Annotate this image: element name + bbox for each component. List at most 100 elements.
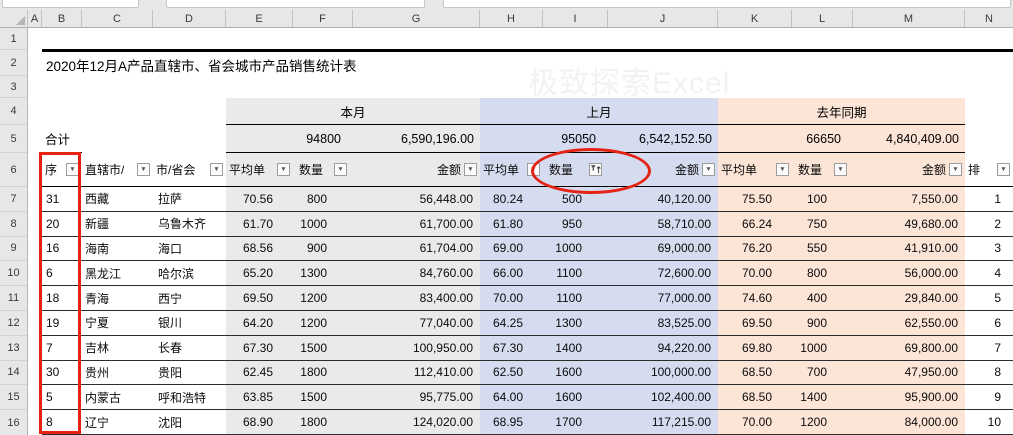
cell-city[interactable]: 沈阳: [153, 410, 226, 434]
cell-ly-amount[interactable]: 84,000.00: [853, 410, 965, 434]
cell-province[interactable]: 宁夏: [82, 311, 153, 335]
cell-tm-amount[interactable]: 61,700.00: [353, 212, 480, 236]
cell-seq[interactable]: 18: [42, 286, 82, 310]
row-header-10[interactable]: 10: [0, 261, 27, 287]
cell-tm-amount[interactable]: 77,040.00: [353, 311, 480, 335]
cell-seq[interactable]: 20: [42, 212, 82, 236]
cell-seq[interactable]: 5: [42, 385, 82, 409]
sort-ascending-filter-button[interactable]: [589, 163, 602, 176]
name-box[interactable]: [2, 0, 139, 8]
row-header-6[interactable]: 6: [0, 153, 27, 187]
cell-rank[interactable]: 9: [965, 385, 1013, 409]
cell-tm-avg-price[interactable]: 64.20: [226, 311, 293, 335]
total-last-year-amount[interactable]: 4,840,409.00: [853, 125, 965, 153]
cell-lm-avg-price[interactable]: 64.25: [480, 311, 543, 335]
filter-button-lm-avg-price[interactable]: ▼: [527, 163, 540, 176]
cell-tm-qty[interactable]: 900: [293, 237, 353, 261]
cell-ly-avg-price[interactable]: 70.00: [718, 410, 792, 434]
total-last-year-qty[interactable]: 66650: [792, 125, 853, 153]
col-header-F[interactable]: F: [293, 10, 353, 27]
cell-ly-amount[interactable]: 29,840.00: [853, 286, 965, 310]
section-label-last-year[interactable]: 去年同期: [718, 98, 965, 125]
cell-tm-avg-price[interactable]: 69.50: [226, 286, 293, 310]
cell-tm-qty[interactable]: 1200: [293, 286, 353, 310]
cell-lm-qty[interactable]: 1000: [543, 237, 608, 261]
cell-lm-qty[interactable]: 1300: [543, 311, 608, 335]
row-header-2[interactable]: 2: [0, 50, 27, 76]
cell-ly-avg-price[interactable]: 69.80: [718, 336, 792, 360]
cell-province[interactable]: 西藏: [82, 187, 153, 211]
cell-lm-qty[interactable]: 1400: [543, 336, 608, 360]
cell-city[interactable]: 乌鲁木齐: [153, 212, 226, 236]
cell-ly-qty[interactable]: 100: [792, 187, 853, 211]
row-header-9[interactable]: 9: [0, 237, 27, 262]
cell-city[interactable]: 呼和浩特: [153, 385, 226, 409]
cell-ly-amount[interactable]: 41,910.00: [853, 237, 965, 261]
cell-ly-avg-price[interactable]: 68.50: [718, 361, 792, 385]
cell-ly-qty[interactable]: 800: [792, 261, 853, 285]
totals-label[interactable]: 合计: [42, 125, 82, 153]
cell-ly-amount[interactable]: 62,550.00: [853, 311, 965, 335]
cell-lm-qty[interactable]: 1100: [543, 286, 608, 310]
cell-city[interactable]: 银川: [153, 311, 226, 335]
cell-ly-qty[interactable]: 1400: [792, 385, 853, 409]
filter-button-ly-amount[interactable]: ▼: [949, 163, 962, 176]
col-header-B[interactable]: B: [42, 10, 82, 27]
cell-ly-qty[interactable]: 1000: [792, 336, 853, 360]
formula-bar-input[interactable]: [443, 0, 1011, 8]
cell-tm-avg-price[interactable]: 63.85: [226, 385, 293, 409]
cell-province[interactable]: 黑龙江: [82, 261, 153, 285]
cell-tm-qty[interactable]: 800: [293, 187, 353, 211]
cell-lm-avg-price[interactable]: 66.00: [480, 261, 543, 285]
cell-tm-amount[interactable]: 124,020.00: [353, 410, 480, 434]
col-header-A[interactable]: A: [28, 10, 42, 27]
cell-seq[interactable]: 8: [42, 410, 82, 434]
cell-ly-amount[interactable]: 69,800.00: [853, 336, 965, 360]
cell-tm-amount[interactable]: 83,400.00: [353, 286, 480, 310]
cell-ly-amount[interactable]: 47,950.00: [853, 361, 965, 385]
cell-tm-avg-price[interactable]: 68.56: [226, 237, 293, 261]
row-header-16[interactable]: 16: [0, 410, 27, 435]
cell-tm-amount[interactable]: 84,760.00: [353, 261, 480, 285]
cell-province[interactable]: 青海: [82, 286, 153, 310]
cell-city[interactable]: 拉萨: [153, 187, 226, 211]
cell-lm-amount[interactable]: 100,000.00: [608, 361, 718, 385]
cell-lm-avg-price[interactable]: 62.50: [480, 361, 543, 385]
total-last-month-amount[interactable]: 6,542,152.50: [608, 125, 718, 153]
cell-city[interactable]: 西宁: [153, 286, 226, 310]
cell-rank[interactable]: 4: [965, 261, 1013, 285]
cell-seq[interactable]: 7: [42, 336, 82, 360]
filter-button-seq[interactable]: ▼: [66, 163, 79, 176]
cell-ly-amount[interactable]: 49,680.00: [853, 212, 965, 236]
col-header-H[interactable]: H: [480, 10, 543, 27]
cell-city[interactable]: 海口: [153, 237, 226, 261]
cell-lm-avg-price[interactable]: 61.80: [480, 212, 543, 236]
cell-ly-avg-price[interactable]: 76.20: [718, 237, 792, 261]
cell-province[interactable]: 辽宁: [82, 410, 153, 434]
title-cell[interactable]: 2020年12月A产品直辖市、省会城市产品销售统计表: [46, 55, 357, 75]
cell-ly-qty[interactable]: 750: [792, 212, 853, 236]
col-header-L[interactable]: L: [792, 10, 853, 27]
cell-ly-amount[interactable]: 7,550.00: [853, 187, 965, 211]
cell-ly-qty[interactable]: 700: [792, 361, 853, 385]
cell-city[interactable]: 长春: [153, 336, 226, 360]
cell-lm-amount[interactable]: 83,525.00: [608, 311, 718, 335]
cell-province[interactable]: 海南: [82, 237, 153, 261]
cell-seq[interactable]: 31: [42, 187, 82, 211]
cell-ly-qty[interactable]: 1200: [792, 410, 853, 434]
cell-ly-amount[interactable]: 56,000.00: [853, 261, 965, 285]
cell-lm-avg-price[interactable]: 70.00: [480, 286, 543, 310]
cell-lm-amount[interactable]: 117,215.00: [608, 410, 718, 434]
section-label-last-month[interactable]: 上月: [480, 98, 718, 125]
col-header-J[interactable]: J: [608, 10, 718, 27]
filter-button-city[interactable]: ▼: [210, 163, 223, 176]
cell-seq[interactable]: 30: [42, 361, 82, 385]
cell-rank[interactable]: 10: [965, 410, 1013, 434]
cell-lm-amount[interactable]: 102,400.00: [608, 385, 718, 409]
cell-rank[interactable]: 8: [965, 361, 1013, 385]
cell-lm-amount[interactable]: 72,600.00: [608, 261, 718, 285]
cell-lm-amount[interactable]: 40,120.00: [608, 187, 718, 211]
row-header-3[interactable]: 3: [0, 76, 27, 98]
cell-tm-qty[interactable]: 1200: [293, 311, 353, 335]
cell-ly-avg-price[interactable]: 74.60: [718, 286, 792, 310]
